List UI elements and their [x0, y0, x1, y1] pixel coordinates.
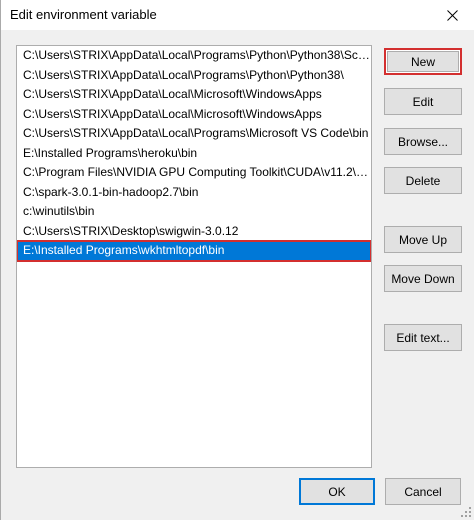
move-up-button[interactable]: Move Up — [384, 226, 462, 253]
list-item[interactable]: C:\Users\STRIX\AppData\Local\Programs\Py… — [17, 66, 371, 86]
move-down-button[interactable]: Move Down — [384, 265, 462, 292]
ok-button[interactable]: OK — [299, 478, 375, 505]
list-item[interactable]: C:\Program Files\NVIDIA GPU Computing To… — [17, 163, 371, 183]
list-item[interactable]: C:\Users\STRIX\AppData\Local\Microsoft\W… — [17, 105, 371, 125]
delete-button[interactable]: Delete — [384, 167, 462, 194]
resize-grip-icon[interactable] — [461, 507, 471, 517]
dialog-title: Edit environment variable — [10, 7, 157, 22]
list-item[interactable]: C:\Users\STRIX\Desktop\swigwin-3.0.12 — [17, 222, 371, 242]
list-item[interactable]: C:\spark-3.0.1-bin-hadoop2.7\bin — [17, 183, 371, 203]
list-item-selected[interactable]: E:\Installed Programs\wkhtmltopdf\bin — [17, 240, 371, 262]
close-button[interactable] — [429, 0, 474, 30]
list-item[interactable]: C:\Users\STRIX\AppData\Local\Programs\Mi… — [17, 124, 371, 144]
title-bar: Edit environment variable — [1, 0, 474, 30]
edit-text-button[interactable]: Edit text... — [384, 324, 462, 351]
list-item[interactable]: C:\Users\STRIX\AppData\Local\Programs\Py… — [17, 46, 371, 66]
edit-env-variable-dialog: Edit environment variable C:\Users\STRIX… — [0, 0, 474, 520]
edit-button[interactable]: Edit — [384, 88, 462, 115]
close-icon — [446, 9, 458, 21]
cancel-button[interactable]: Cancel — [385, 478, 461, 505]
list-item[interactable]: E:\Installed Programs\heroku\bin — [17, 144, 371, 164]
new-button[interactable]: New — [384, 48, 462, 75]
list-item[interactable]: C:\Users\STRIX\AppData\Local\Microsoft\W… — [17, 85, 371, 105]
path-list[interactable]: C:\Users\STRIX\AppData\Local\Programs\Py… — [16, 45, 372, 468]
browse-button[interactable]: Browse... — [384, 128, 462, 155]
list-item[interactable]: c:\winutils\bin — [17, 202, 371, 222]
